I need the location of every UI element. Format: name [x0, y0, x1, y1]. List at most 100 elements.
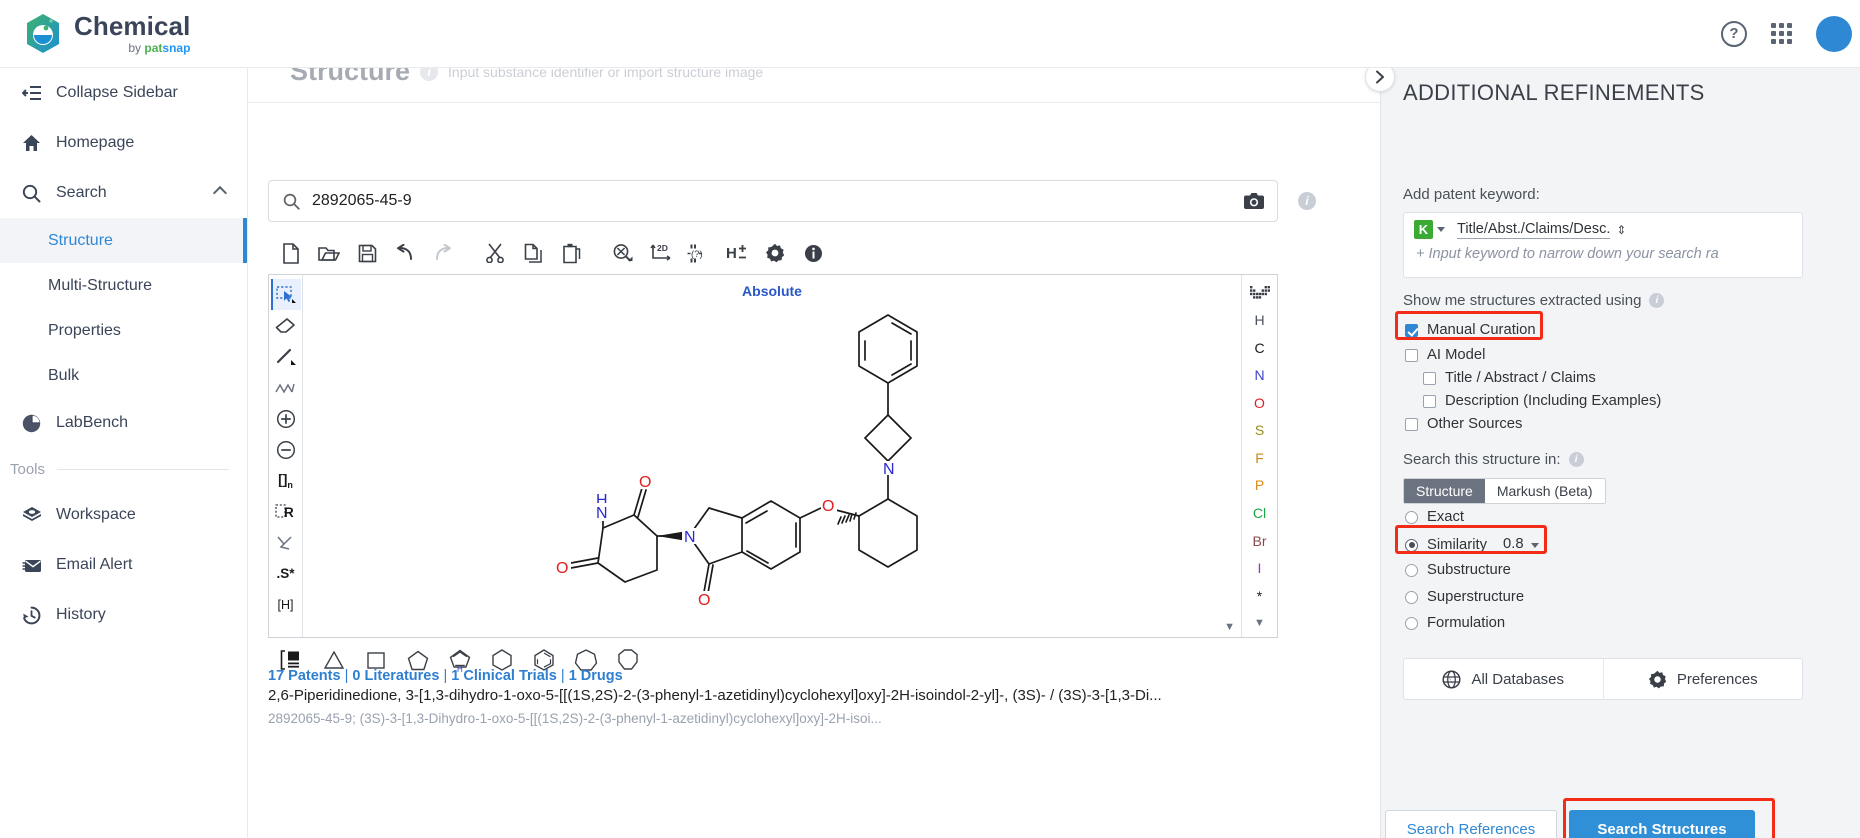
- checkbox-box[interactable]: [1405, 417, 1418, 431]
- collapse-sidebar-button[interactable]: Collapse Sidebar: [0, 68, 247, 118]
- sidebar-item-email-alert[interactable]: Email Alert: [0, 540, 247, 590]
- sidebar-item-history[interactable]: History: [0, 590, 247, 640]
- atom-any[interactable]: *: [1242, 582, 1277, 610]
- all-databases-button[interactable]: All Databases: [1404, 659, 1603, 699]
- radio-button[interactable]: [1405, 538, 1418, 552]
- canvas-scroll-down-icon[interactable]: ▼: [1224, 621, 1235, 633]
- atom-n[interactable]: N: [1242, 362, 1277, 390]
- reaction-arrow-icon[interactable]: [271, 527, 301, 558]
- atom-o[interactable]: O: [1242, 389, 1277, 417]
- molecule-canvas[interactable]: Absolute N O N O O O H N ▼: [303, 275, 1241, 637]
- keyword-scope-row[interactable]: K Title/Abst./Claims/Desc. ⇕: [1404, 213, 1802, 246]
- charge-minus-icon[interactable]: [271, 434, 301, 465]
- checkbox-description-including-examples[interactable]: Description (Including Examples): [1423, 393, 1661, 409]
- radio-button[interactable]: [1405, 590, 1418, 604]
- open-folder-icon[interactable]: [314, 238, 344, 268]
- stereo-icon[interactable]: .S*: [271, 558, 301, 589]
- keyword-scope-select[interactable]: Title/Abst./Claims/Desc.: [1457, 221, 1611, 239]
- checkbox-box[interactable]: [1405, 348, 1418, 362]
- atom-s[interactable]: S: [1242, 417, 1277, 445]
- similarity-value[interactable]: 0.8: [1503, 536, 1524, 554]
- radio-formulation[interactable]: Formulation: [1405, 615, 1505, 631]
- sidebar-item-labbench[interactable]: LabBench: [0, 398, 247, 448]
- link-clinical-trials[interactable]: 1 Clinical Trials: [451, 668, 557, 684]
- search-references-button[interactable]: Search References: [1385, 810, 1557, 838]
- sidebar-item-properties[interactable]: Properties: [0, 308, 247, 353]
- sidebar-item-bulk[interactable]: Bulk: [0, 353, 247, 398]
- sidebar-item-multi-structure[interactable]: Multi-Structure: [0, 263, 247, 308]
- updown-arrows-icon[interactable]: ⇕: [1616, 223, 1626, 237]
- checkbox-title-abstract-claims[interactable]: Title / Abstract / Claims: [1423, 370, 1596, 386]
- bond-single-icon[interactable]: [271, 341, 301, 372]
- atom-palette-more-icon[interactable]: ▼: [1242, 609, 1277, 637]
- radio-button[interactable]: [1405, 510, 1418, 524]
- link-drugs[interactable]: 1 Drugs: [569, 668, 623, 684]
- search-input[interactable]: [310, 191, 1190, 211]
- atom-cl[interactable]: Cl: [1242, 499, 1277, 527]
- paste-icon[interactable]: [556, 238, 586, 268]
- new-file-icon[interactable]: [276, 238, 306, 268]
- layout-2d-icon[interactable]: 2D: [646, 238, 676, 268]
- chain-icon[interactable]: [271, 372, 301, 403]
- periodic-table-icon[interactable]: [1242, 279, 1277, 307]
- zoom-icon[interactable]: [608, 238, 638, 268]
- repeat-group-icon[interactable]: []n: [271, 465, 301, 496]
- checkbox-box[interactable]: [1423, 371, 1436, 385]
- search-structures-button[interactable]: Search Structures: [1569, 810, 1755, 838]
- save-icon[interactable]: [352, 238, 382, 268]
- radio-button[interactable]: [1405, 616, 1418, 630]
- cut-icon[interactable]: [480, 238, 510, 268]
- sidebar-item-structure[interactable]: Structure: [0, 218, 247, 263]
- chevron-down-icon[interactable]: [1530, 542, 1539, 548]
- checkbox-ai-model[interactable]: AI Model: [1405, 347, 1485, 363]
- tab-structure[interactable]: Structure: [1404, 479, 1485, 503]
- atom-i[interactable]: I: [1242, 554, 1277, 582]
- hydrogen-toggle-icon[interactable]: H: [722, 238, 752, 268]
- editor-info-icon[interactable]: [798, 238, 828, 268]
- sidebar-item-workspace[interactable]: Workspace: [0, 490, 247, 540]
- structure-search-bar[interactable]: [268, 180, 1278, 222]
- checkbox-manual-curation[interactable]: Manual Curation: [1405, 322, 1536, 338]
- atom-h[interactable]: H: [1242, 307, 1277, 335]
- help-icon[interactable]: ?: [1721, 20, 1747, 47]
- checkbox-box[interactable]: [1405, 323, 1418, 337]
- apps-grid-icon[interactable]: [1771, 23, 1792, 44]
- checkbox-box[interactable]: [1423, 394, 1436, 408]
- checkbox-other-sources[interactable]: Other Sources: [1405, 416, 1522, 432]
- r-group-icon[interactable]: R: [271, 496, 301, 527]
- camera-icon[interactable]: [1243, 192, 1265, 210]
- chevron-up-icon[interactable]: [212, 185, 228, 201]
- radio-substructure[interactable]: Substructure: [1405, 562, 1511, 578]
- radio-exact[interactable]: Exact: [1405, 509, 1464, 525]
- radio-button[interactable]: [1405, 563, 1418, 577]
- radio-superstructure[interactable]: Superstructure: [1405, 589, 1524, 605]
- sidebar-item-homepage[interactable]: Homepage: [0, 118, 247, 168]
- explicit-hydrogen-icon[interactable]: [H]: [271, 589, 301, 620]
- redo-icon[interactable]: [428, 238, 458, 268]
- link-patents[interactable]: 17 Patents: [268, 668, 341, 684]
- keyword-input-placeholder[interactable]: + Input keyword to narrow down your sear…: [1404, 246, 1792, 262]
- sidebar-item-search[interactable]: Search: [0, 168, 247, 218]
- chevron-down-icon[interactable]: [1437, 227, 1445, 232]
- settings-gear-icon[interactable]: [760, 238, 790, 268]
- info-icon[interactable]: i: [1649, 293, 1665, 308]
- eraser-icon[interactable]: [271, 310, 301, 341]
- copy-icon[interactable]: [518, 238, 548, 268]
- atom-f[interactable]: F: [1242, 444, 1277, 472]
- search-info-icon[interactable]: i: [1298, 192, 1316, 210]
- tab-markush-beta[interactable]: Markush (Beta): [1484, 479, 1605, 503]
- radio-similarity[interactable]: Similarity 0.8: [1405, 536, 1539, 554]
- patent-keyword-box[interactable]: K Title/Abst./Claims/Desc. ⇕ + Input key…: [1403, 212, 1803, 278]
- page-info-icon[interactable]: i: [420, 68, 439, 81]
- charge-plus-icon[interactable]: [271, 403, 301, 434]
- link-literatures[interactable]: 0 Literatures: [352, 668, 439, 684]
- atom-p[interactable]: P: [1242, 472, 1277, 500]
- query-properties-icon[interactable]: (?): [684, 238, 714, 268]
- info-icon[interactable]: i: [1568, 452, 1584, 467]
- atom-c[interactable]: C: [1242, 334, 1277, 362]
- undo-icon[interactable]: [390, 238, 420, 268]
- avatar[interactable]: [1816, 15, 1852, 52]
- atom-br[interactable]: Br: [1242, 527, 1277, 555]
- preferences-button[interactable]: Preferences: [1604, 659, 1803, 699]
- select-rectangle-icon[interactable]: [270, 279, 301, 310]
